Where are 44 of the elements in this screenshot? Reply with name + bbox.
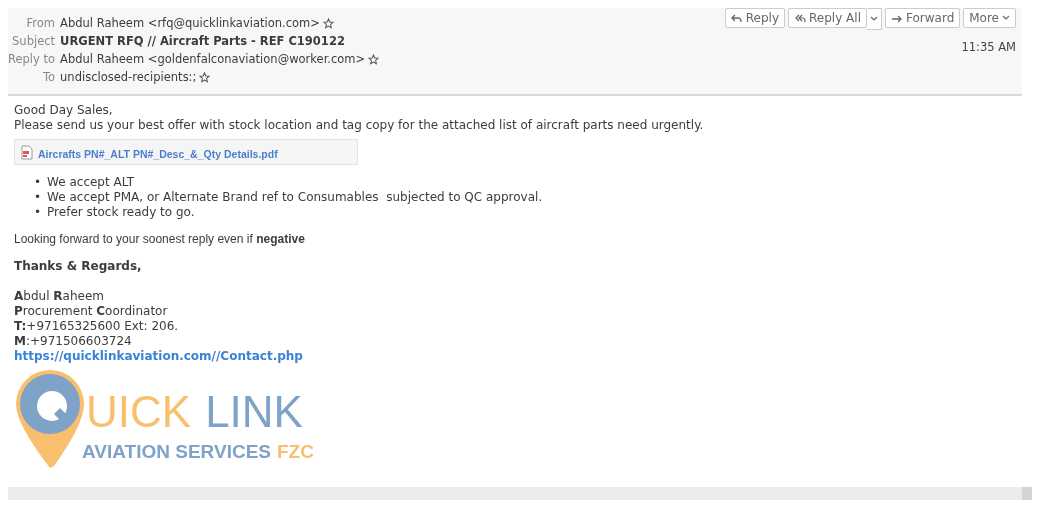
- star-icon[interactable]: [199, 71, 211, 83]
- caret-icon: [870, 16, 878, 22]
- closing-text: Looking forward to your soonest reply even if negative: [14, 232, 306, 247]
- bullet-marker: •: [34, 175, 42, 190]
- forward-arrow-icon: [891, 13, 903, 23]
- logo-text: LINK: [205, 390, 303, 434]
- bullet-item: Prefer stock ready to go.: [47, 205, 195, 220]
- reply-arrow-icon: [730, 13, 743, 23]
- attachment-item[interactable]: Aircrafts PN#_ALT PN#_Desc_&_Qty Details.pdf: [14, 139, 358, 165]
- caret-icon: [1002, 15, 1010, 21]
- field-value: URGENT RFQ // Aircraft Parts - REF C190122: [60, 34, 345, 48]
- timestamp: 11:35 AM: [961, 40, 1016, 54]
- star-icon[interactable]: [368, 53, 380, 65]
- bullet-marker: •: [34, 190, 42, 205]
- greeting-text: Good Day Sales,: [14, 103, 114, 118]
- field-value: Abdul Raheem <rfq@quicklinkaviation.com>: [60, 16, 320, 30]
- signature-line: M:+971506603724: [14, 334, 133, 349]
- field-value: Abdul Raheem <goldenfalconaviation@worker.com>: [60, 52, 366, 66]
- reply-all-button[interactable]: Reply All: [788, 8, 867, 28]
- bullet-item: We accept PMA, or Alternate Brand ref to Consumables subjected to QC approval.: [47, 190, 543, 205]
- field-label: Subject: [11, 34, 56, 48]
- forward-button[interactable]: Forward: [885, 8, 961, 28]
- signature-line: T:+97165325600 Ext: 206.: [14, 319, 180, 334]
- signature-line: Abdul Raheem: [14, 289, 105, 304]
- horizontal-scrollbar[interactable]: [8, 487, 1032, 500]
- reply-button[interactable]: Reply: [724, 8, 786, 28]
- body-text: Please send us your best offer with stock location and tag copy for the attached list of aircraft parts need urgently.: [14, 118, 705, 133]
- star-icon[interactable]: [322, 17, 334, 29]
- dropdown-toggle[interactable]: [867, 8, 882, 30]
- bullet-marker: •: [34, 205, 42, 220]
- bullet-item: We accept ALT: [47, 175, 135, 190]
- field-label: From: [25, 16, 56, 30]
- thanks-text: Thanks & Regards,: [14, 259, 143, 274]
- field-value: undisclosed-recipients:;: [60, 70, 197, 84]
- logo-tagline: AVIATION SERVICES: [82, 444, 271, 459]
- logo-text: UICK: [86, 390, 192, 434]
- contact-link[interactable]: https://quicklinkaviation.com//Contact.php: [14, 349, 303, 363]
- pdf-file-icon: [20, 145, 36, 162]
- field-label: To: [41, 70, 56, 84]
- reply-all-arrow-icon: [794, 13, 807, 23]
- more-button[interactable]: More: [963, 8, 1016, 28]
- logo-tagline: FZC: [277, 444, 314, 459]
- field-label: Reply to: [8, 52, 56, 66]
- signature-line: Procurement Coordinator: [14, 304, 169, 319]
